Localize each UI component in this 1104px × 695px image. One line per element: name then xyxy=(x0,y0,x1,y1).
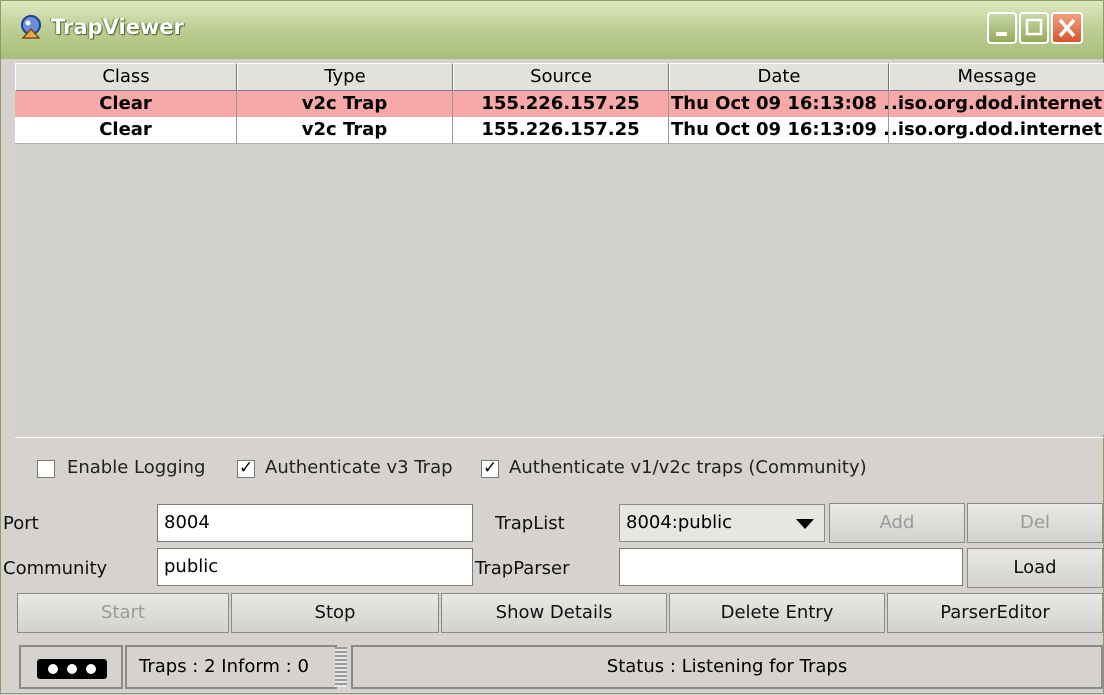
table-row[interactable]: Clear v2c Trap 155.226.157.25 Thu Oct 09… xyxy=(15,91,1104,117)
trapviewer-window: TrapViewer Class Type Source Date Messag… xyxy=(0,0,1104,694)
maximize-icon xyxy=(1025,18,1043,36)
window-title: TrapViewer xyxy=(51,15,184,39)
resize-grip[interactable] xyxy=(335,647,347,687)
parser-editor-button[interactable]: ParserEditor xyxy=(887,593,1103,633)
enable-logging-checkbox[interactable] xyxy=(37,460,55,478)
status-bar: Traps : 2 Inform : 0 Status : Listening … xyxy=(15,639,1104,695)
minimize-icon xyxy=(996,32,1007,36)
authenticate-v1v2c-label: Authenticate v1/v2c traps (Community) xyxy=(509,457,867,478)
trap-viewer-icon xyxy=(21,15,41,39)
del-button[interactable]: Del xyxy=(967,503,1103,543)
stop-button[interactable]: Stop xyxy=(231,593,439,633)
cell-source: 155.226.157.25 xyxy=(453,117,669,143)
authenticate-v3-label: Authenticate v3 Trap xyxy=(265,457,453,478)
column-header-date[interactable]: Date xyxy=(669,63,889,91)
close-icon xyxy=(1058,18,1076,38)
load-button[interactable]: Load xyxy=(967,548,1103,588)
cell-source: 155.226.157.25 xyxy=(453,91,669,117)
trap-count-status: Traps : 2 Inform : 0 xyxy=(125,645,337,689)
cell-date: Thu Oct 09 16:13:08 ... xyxy=(669,91,889,117)
community-field[interactable]: public xyxy=(157,548,473,586)
status-message: Status : Listening for Traps xyxy=(351,645,1103,689)
authenticate-v3-checkbox[interactable] xyxy=(237,458,255,478)
community-label: Community xyxy=(3,558,108,579)
column-header-source[interactable]: Source xyxy=(453,63,669,91)
title-bar[interactable]: TrapViewer xyxy=(1,1,1103,59)
table-row[interactable]: Clear v2c Trap 155.226.157.25 Thu Oct 09… xyxy=(15,117,1104,144)
traplist-dropdown[interactable]: 8004:public xyxy=(619,504,825,542)
trapparser-label: TrapParser xyxy=(475,558,570,579)
cell-class: Clear xyxy=(15,117,237,143)
port-field[interactable]: 8004 xyxy=(157,504,473,542)
add-button[interactable]: Add xyxy=(829,503,965,543)
chevron-down-icon[interactable] xyxy=(796,519,814,529)
authenticate-v1v2c-checkbox[interactable] xyxy=(481,458,499,478)
traplist-selected-value: 8004:public xyxy=(626,512,733,533)
cell-class: Clear xyxy=(15,91,237,117)
show-details-button[interactable]: Show Details xyxy=(441,593,667,633)
column-header-class[interactable]: Class xyxy=(15,63,237,91)
table-header: Class Type Source Date Message xyxy=(15,63,1104,91)
trapparser-field[interactable] xyxy=(619,548,963,586)
port-label: Port xyxy=(3,513,39,534)
column-header-message[interactable]: Message xyxy=(889,63,1104,91)
enable-logging-label: Enable Logging xyxy=(67,457,206,478)
cell-date: Thu Oct 09 16:13:09 ... xyxy=(669,117,889,143)
cell-type: v2c Trap xyxy=(237,117,453,143)
traplist-label: TrapList xyxy=(495,513,565,534)
close-button[interactable] xyxy=(1051,12,1083,44)
delete-entry-button[interactable]: Delete Entry xyxy=(669,593,885,633)
options-panel: Enable Logging Authenticate v3 Trap Auth… xyxy=(15,437,1104,498)
minimize-button[interactable] xyxy=(987,12,1017,44)
cell-type: v2c Trap xyxy=(237,91,453,117)
trap-table[interactable]: Class Type Source Date Message Clear v2c… xyxy=(15,63,1104,435)
activity-indicator xyxy=(19,645,123,689)
column-header-type[interactable]: Type xyxy=(237,63,453,91)
three-dots-icon xyxy=(37,659,107,679)
start-button[interactable]: Start xyxy=(17,593,229,633)
maximize-button[interactable] xyxy=(1019,12,1049,44)
cell-message: .iso.org.dod.internet... xyxy=(889,91,1104,117)
cell-message: .iso.org.dod.internet... xyxy=(889,117,1104,143)
